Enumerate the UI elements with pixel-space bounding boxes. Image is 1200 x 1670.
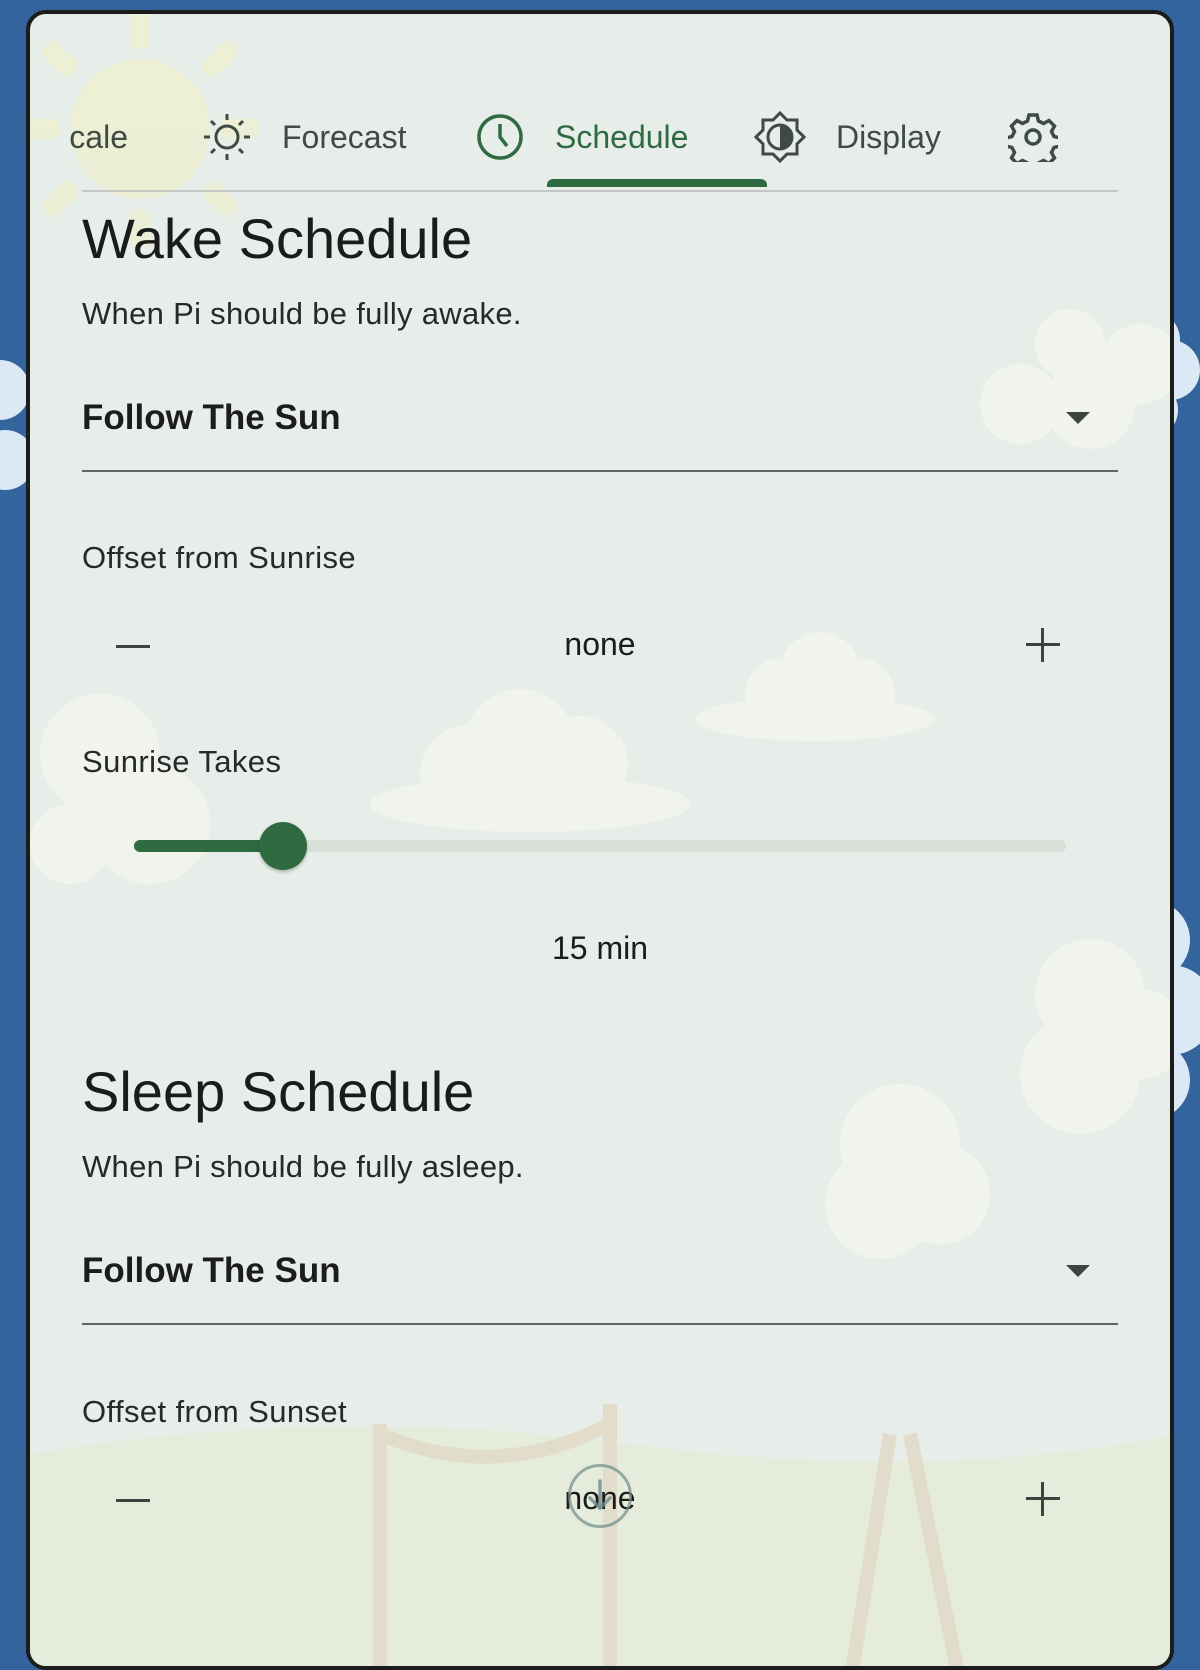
tab-label: Schedule	[555, 118, 689, 155]
increase-icon[interactable]	[1026, 1482, 1060, 1516]
sunrise-offset-stepper: none	[82, 616, 1118, 676]
sleep-schedule-description: When Pi should be fully asleep.	[82, 1149, 524, 1184]
landscape-decoration	[30, 1404, 1170, 1666]
increase-icon[interactable]	[1026, 628, 1060, 662]
sunrise-duration-value: 15 min	[551, 930, 649, 966]
tab-label: Forecast	[282, 118, 407, 155]
tab-scale[interactable]: Scale	[68, 84, 128, 190]
active-tab-indicator	[547, 179, 767, 187]
tab-schedule[interactable]: Schedule	[475, 84, 688, 190]
wake-mode-select[interactable]: Follow The Sun	[82, 374, 1118, 472]
dropdown-arrow-icon	[1066, 1265, 1090, 1277]
arrow-down-icon	[588, 1479, 612, 1511]
offset-from-sunset-label: Offset from Sunset	[82, 1394, 348, 1429]
slider-thumb[interactable]	[259, 822, 308, 870]
tab-display[interactable]: Display	[754, 84, 941, 190]
sleep-schedule-title: Sleep Schedule	[82, 1060, 475, 1123]
sleep-mode-select[interactable]: Follow The Sun	[82, 1227, 1118, 1325]
brightness-icon	[754, 111, 806, 163]
clock-icon	[475, 112, 525, 162]
tab-settings[interactable]	[1008, 84, 1058, 190]
sunrise-takes-label: Sunrise Takes	[82, 744, 282, 779]
cloud-decoration-icon	[30, 694, 210, 884]
settings-panel: Scale Forecast Schedule Display	[26, 10, 1174, 1670]
tab-label: Display	[836, 118, 941, 155]
gear-icon	[1008, 112, 1058, 162]
dropdown-arrow-icon	[1066, 412, 1090, 424]
scroll-down-button[interactable]	[568, 1464, 632, 1528]
sleep-mode-value: Follow The Sun	[82, 1251, 341, 1290]
wake-mode-value: Follow The Sun	[82, 398, 341, 437]
sunrise-duration-slider[interactable]	[134, 822, 1066, 870]
tab-forecast[interactable]: Forecast	[202, 84, 406, 190]
sunrise-offset-value: none	[564, 626, 636, 662]
wake-schedule-description: When Pi should be fully awake.	[82, 296, 522, 331]
sun-icon	[202, 112, 252, 162]
wake-schedule-title: Wake Schedule	[82, 207, 473, 270]
tab-bar: Scale Forecast Schedule Display	[68, 84, 1118, 192]
offset-from-sunrise-label: Offset from Sunrise	[82, 540, 357, 575]
